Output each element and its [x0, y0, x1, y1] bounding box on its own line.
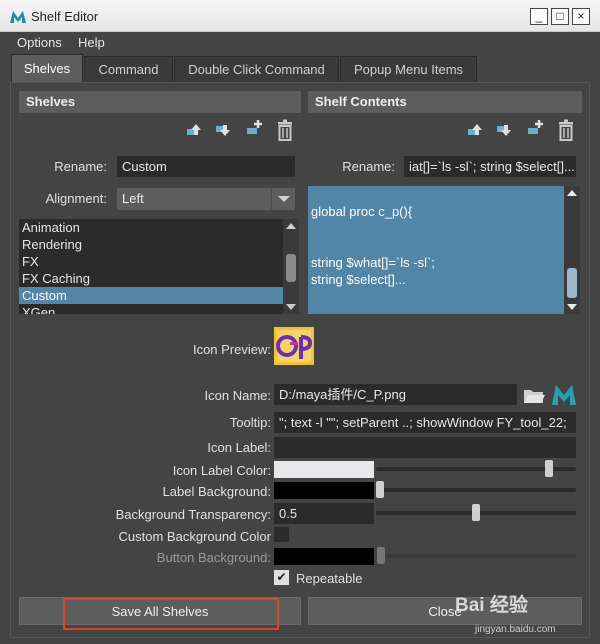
move-down-icon[interactable] [494, 120, 514, 140]
list-item[interactable]: FX Caching [19, 270, 299, 287]
button-background-swatch[interactable] [274, 548, 374, 565]
shelves-list-scroll-thumb[interactable] [286, 254, 296, 282]
code-line: string $select[]... [311, 272, 406, 287]
label-background-swatch[interactable] [274, 482, 374, 499]
tab-bar: Shelves Command Double Click Command Pop… [0, 54, 600, 82]
background-transparency-label: Background Transparency: [115, 507, 271, 522]
list-item[interactable]: FX [19, 253, 299, 270]
menu-help[interactable]: Help [78, 35, 105, 50]
watermark-logo: Bai 经验 [455, 595, 528, 616]
list-item[interactable]: Animation [19, 219, 299, 236]
chevron-down-icon [271, 188, 295, 210]
shelves-tab-content: Shelves Shelf Contents Rename: Custom Re… [10, 82, 590, 638]
folder-icon[interactable] [523, 385, 545, 405]
shelf-contents-scroll-thumb[interactable] [567, 268, 577, 298]
icon-label-input[interactable] [274, 437, 576, 458]
contents-rename-label: Rename: [342, 159, 395, 174]
tab-popup-menu-items[interactable]: Popup Menu Items [340, 56, 477, 82]
custom-background-color-label: Custom Background Color [118, 529, 271, 544]
cp-icon [274, 327, 314, 365]
icon-label-color-slider-handle[interactable] [544, 460, 553, 477]
list-item[interactable]: XGen [19, 304, 299, 314]
tab-command[interactable]: Command [84, 56, 173, 82]
highlight-box [63, 598, 279, 630]
code-line: string $what[]=`ls -sl`; [311, 255, 435, 270]
repeatable-label: Repeatable [296, 571, 363, 586]
shelf-contents-scrollbar[interactable] [564, 186, 580, 314]
tooltip-label: Tooltip: [229, 415, 271, 430]
label-background-slider[interactable] [376, 488, 576, 492]
icon-label-color-swatch[interactable] [274, 461, 374, 478]
icon-label-color-label: Icon Label Color: [172, 463, 271, 478]
tab-shelves[interactable]: Shelves [11, 54, 83, 82]
background-transparency-slider-handle[interactable] [472, 504, 480, 521]
button-background-slider-handle[interactable] [377, 547, 385, 564]
minimize-button[interactable]: _ [530, 8, 548, 25]
menu-bar: Options Help [0, 32, 600, 54]
move-up-icon[interactable] [184, 120, 204, 140]
list-item-selected[interactable]: Custom [19, 287, 299, 304]
icon-label-label: Icon Label: [207, 440, 271, 455]
custom-background-color-checkbox[interactable] [274, 527, 289, 542]
watermark-url: jingyan.baidu.com [475, 624, 556, 635]
delete-icon[interactable] [556, 119, 576, 141]
icon-preview-label: Icon Preview: [192, 342, 271, 357]
alignment-value: Left [122, 191, 144, 206]
close-window-button[interactable]: × [572, 8, 590, 25]
maximize-button[interactable]: □ [551, 8, 569, 25]
shelf-rename-input[interactable]: Custom [117, 156, 295, 177]
move-down-icon[interactable] [213, 120, 233, 140]
shelves-list-scrollbar[interactable] [283, 219, 299, 314]
code-line: global proc c_p(){ [311, 204, 413, 219]
title-bar: Shelf Editor _ □ × [0, 0, 600, 32]
shelves-header: Shelves [19, 91, 301, 113]
tooltip-input[interactable]: "; text -l ""; setParent ..; showWindow … [274, 412, 576, 433]
maya-icon[interactable] [552, 383, 576, 405]
delete-icon[interactable] [275, 119, 295, 141]
button-background-label: Button Background: [156, 550, 271, 565]
move-up-icon[interactable] [465, 120, 485, 140]
repeatable-checkbox[interactable]: ✔ [274, 570, 289, 585]
shelf-contents-header: Shelf Contents [308, 91, 582, 113]
contents-rename-input[interactable]: iat[]=`ls -sl`; string $select[]... [404, 156, 576, 177]
button-background-slider[interactable] [376, 554, 576, 558]
new-shelf-icon[interactable] [245, 118, 265, 138]
new-shelf-icon[interactable] [526, 118, 546, 138]
alignment-dropdown[interactable]: Left [117, 188, 295, 210]
label-background-label: Label Background: [162, 484, 271, 499]
alignment-label: Alignment: [45, 191, 107, 206]
maya-app-icon [10, 9, 26, 23]
shelves-list[interactable]: Animation Rendering FX FX Caching Custom… [19, 219, 299, 314]
icon-name-input[interactable]: D:/maya插件/C_P.png [274, 384, 517, 405]
shelf-rename-label: Rename: [54, 159, 107, 174]
label-background-slider-handle[interactable] [376, 481, 384, 498]
list-item[interactable]: Rendering [19, 236, 299, 253]
tab-double-click-command[interactable]: Double Click Command [174, 56, 339, 82]
menu-options[interactable]: Options [17, 35, 62, 50]
icon-name-label: Icon Name: [204, 388, 271, 403]
shelf-contents-list[interactable]: global proc c_p(){ string $what[]=`ls -s… [308, 186, 580, 314]
background-transparency-input[interactable]: 0.5 [274, 503, 374, 524]
window-title: Shelf Editor [31, 9, 99, 24]
close-button[interactable]: Close [308, 597, 582, 625]
